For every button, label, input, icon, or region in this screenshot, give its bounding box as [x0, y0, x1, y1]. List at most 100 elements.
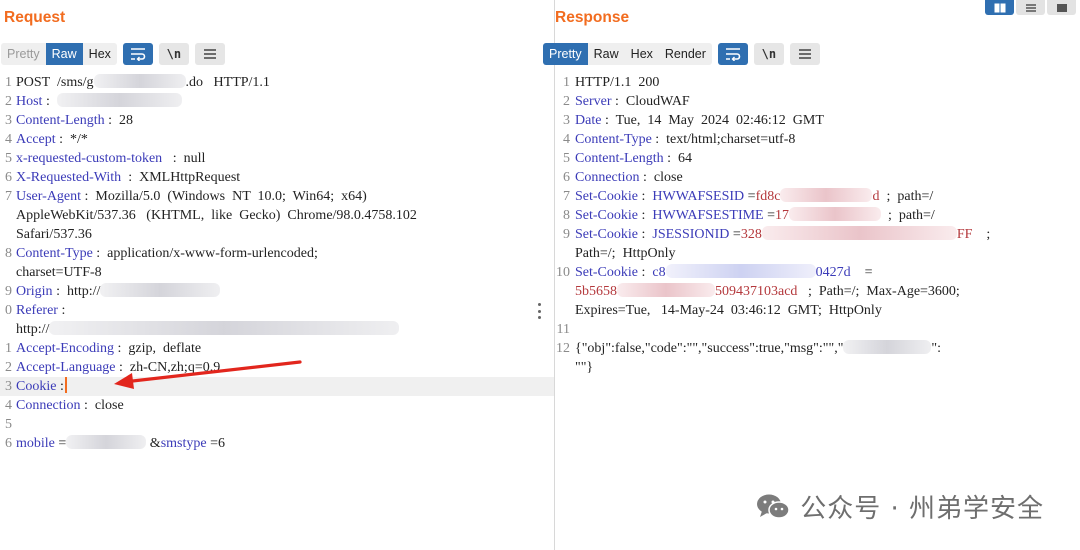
- line-content: Server : CloudWAF: [575, 92, 690, 111]
- code-line: 3 Content-Length : 28: [0, 111, 554, 130]
- line-content: Referer :: [16, 301, 65, 320]
- code-token: : 64: [663, 151, 693, 166]
- header-name: Accept: [16, 132, 56, 147]
- line-content: Set-Cookie : JSESSIONID =328 FF ;: [575, 225, 990, 244]
- line-content: Expires=Tue, 14-May-24 03:46:12 GMT; Htt…: [575, 301, 882, 320]
- code-token: 17: [775, 208, 790, 223]
- line-content: ""}: [575, 358, 593, 377]
- code-line: 6 mobile = &smstype =6: [0, 434, 554, 453]
- code-token: : http://: [52, 284, 101, 299]
- request-editor[interactable]: 1 POST /sms/g .do HTTP/1.1 2 Host : 3 Content…: [0, 73, 554, 550]
- code-token: .do HTTP/1.1: [185, 75, 270, 90]
- code-token: 328: [740, 227, 762, 242]
- layout-tabs-button[interactable]: [1047, 0, 1076, 15]
- line-number: 6: [563, 170, 570, 185]
- code-token: :: [638, 189, 653, 204]
- code-line: 4 Connection : close: [0, 396, 554, 415]
- line-number: 9: [5, 284, 12, 299]
- request-view-tabs: Pretty Raw Hex: [1, 43, 117, 65]
- request-tab-hex[interactable]: Hex: [82, 43, 117, 65]
- watermark: 公众号 · 州弟学安全: [756, 488, 1044, 525]
- code-token: : null: [162, 151, 206, 166]
- code-token: :: [42, 94, 57, 109]
- line-content: Date : Tue, 14 May 2024 02:46:12 GMT: [575, 111, 824, 130]
- request-menu-button[interactable]: [194, 43, 225, 65]
- request-more-icon[interactable]: [538, 303, 542, 319]
- code-line: 8 Content-Type : application/x-www-form-u…: [0, 244, 554, 263]
- layout-toggle: [985, 0, 1076, 15]
- wrap-lines-icon: [725, 48, 741, 61]
- request-tab-raw[interactable]: Raw: [45, 43, 83, 65]
- text-caret: [64, 377, 67, 393]
- code-token: : XMLHttpRequest: [121, 170, 241, 185]
- code-token: 5b5658: [575, 284, 617, 299]
- code-line: 2 Host :: [0, 92, 554, 111]
- response-tab-pretty[interactable]: Pretty: [543, 43, 588, 65]
- header-name: x-requested-custom-token: [16, 151, 163, 166]
- line-content: Host :: [16, 92, 182, 111]
- header-name: X-Requested-With: [16, 170, 122, 185]
- line-number: 5: [5, 151, 12, 166]
- header-name: mobile: [16, 436, 55, 451]
- code-token: ":: [931, 341, 942, 356]
- code-line: 9 Origin : http://: [0, 282, 554, 301]
- line-number: 3: [5, 379, 12, 394]
- response-tab-raw[interactable]: Raw: [587, 43, 625, 65]
- code-token: ; Path=/; Max-Age=3600;: [797, 284, 960, 299]
- response-tab-hex[interactable]: Hex: [624, 43, 659, 65]
- code-line: 1 HTTP/1.1 200: [550, 73, 1080, 92]
- response-pane: Response Pretty Raw Hex Render \n 1 HTTP/…: [543, 0, 1080, 550]
- line-number: 12: [556, 341, 570, 356]
- redacted-value: [843, 340, 932, 354]
- line-content: AppleWebKit/537.36 (KHTML, like Gecko) C…: [16, 206, 417, 225]
- code-line: 5 x-requested-custom-token : null: [0, 149, 554, 168]
- code-line: 7 Set-Cookie : HWWAFSESID =fd8c d ; path=/: [550, 187, 1080, 206]
- request-tab-pretty[interactable]: Pretty: [1, 43, 46, 65]
- code-line: 3 Date : Tue, 14 May 2024 02:46:12 GMT: [550, 111, 1080, 130]
- response-show-newlines-button[interactable]: \n: [753, 43, 784, 65]
- request-show-newlines-button[interactable]: \n: [158, 43, 189, 65]
- code-line: AppleWebKit/537.36 (KHTML, like Gecko) C…: [0, 206, 554, 225]
- line-content: x-requested-custom-token : null: [16, 149, 205, 168]
- code-token: =: [744, 189, 756, 204]
- redacted-value: [100, 283, 221, 297]
- header-name: Set-Cookie: [575, 227, 638, 242]
- line-number: 1: [563, 75, 570, 90]
- code-token: =6: [206, 436, 225, 451]
- line-content: Content-Type : text/html;charset=utf-8: [575, 130, 795, 149]
- line-number: 2: [5, 94, 12, 109]
- line-number: 8: [5, 246, 12, 261]
- layout-split-columns-button[interactable]: [985, 0, 1014, 15]
- code-token: HWWAFSESID: [652, 189, 745, 204]
- line-content: {"obj":false,"code":"","success":true,"m…: [575, 339, 941, 358]
- response-editor[interactable]: 1 HTTP/1.1 200 2 Server : CloudWAF 3 Date : T…: [550, 73, 1080, 550]
- request-wrap-lines-button[interactable]: [122, 43, 153, 65]
- code-token: Path=/; HttpOnly: [575, 246, 676, 261]
- request-toolbar: Pretty Raw Hex \n: [1, 42, 225, 66]
- redacted-value: [761, 226, 957, 240]
- request-pane: Request Pretty Raw Hex \n 1 POST /sms/g .d…: [0, 0, 555, 550]
- line-number: 2: [5, 360, 12, 375]
- code-token: : 28: [104, 113, 134, 128]
- code-token: :: [638, 265, 653, 280]
- response-wrap-lines-button[interactable]: [717, 43, 748, 65]
- line-content: User-Agent : Mozilla/5.0 (Windows NT 10.…: [16, 187, 367, 206]
- line-number: 1: [5, 75, 12, 90]
- line-content: X-Requested-With : XMLHttpRequest: [16, 168, 240, 187]
- code-line: 0 Referer :: [0, 301, 554, 320]
- code-token: :: [638, 227, 653, 242]
- redacted-value: [780, 188, 873, 202]
- code-token: 0427d: [815, 265, 851, 280]
- header-name: Content-Length: [16, 113, 105, 128]
- line-content: HTTP/1.1 200: [575, 73, 659, 92]
- response-tab-render[interactable]: Render: [658, 43, 712, 65]
- code-token: : Mozilla/5.0 (Windows NT 10.0; Win64; x…: [81, 189, 367, 204]
- redacted-value: [93, 74, 186, 88]
- response-menu-button[interactable]: [789, 43, 820, 65]
- header-name: Origin: [16, 284, 53, 299]
- code-token: {"obj":false,"code":"","success":true,"m…: [575, 341, 844, 356]
- layout-split-rows-button[interactable]: [1016, 0, 1045, 15]
- rows-icon: [1025, 3, 1036, 12]
- code-token: charset=UTF-8: [16, 265, 102, 280]
- code-token: ;: [972, 227, 991, 242]
